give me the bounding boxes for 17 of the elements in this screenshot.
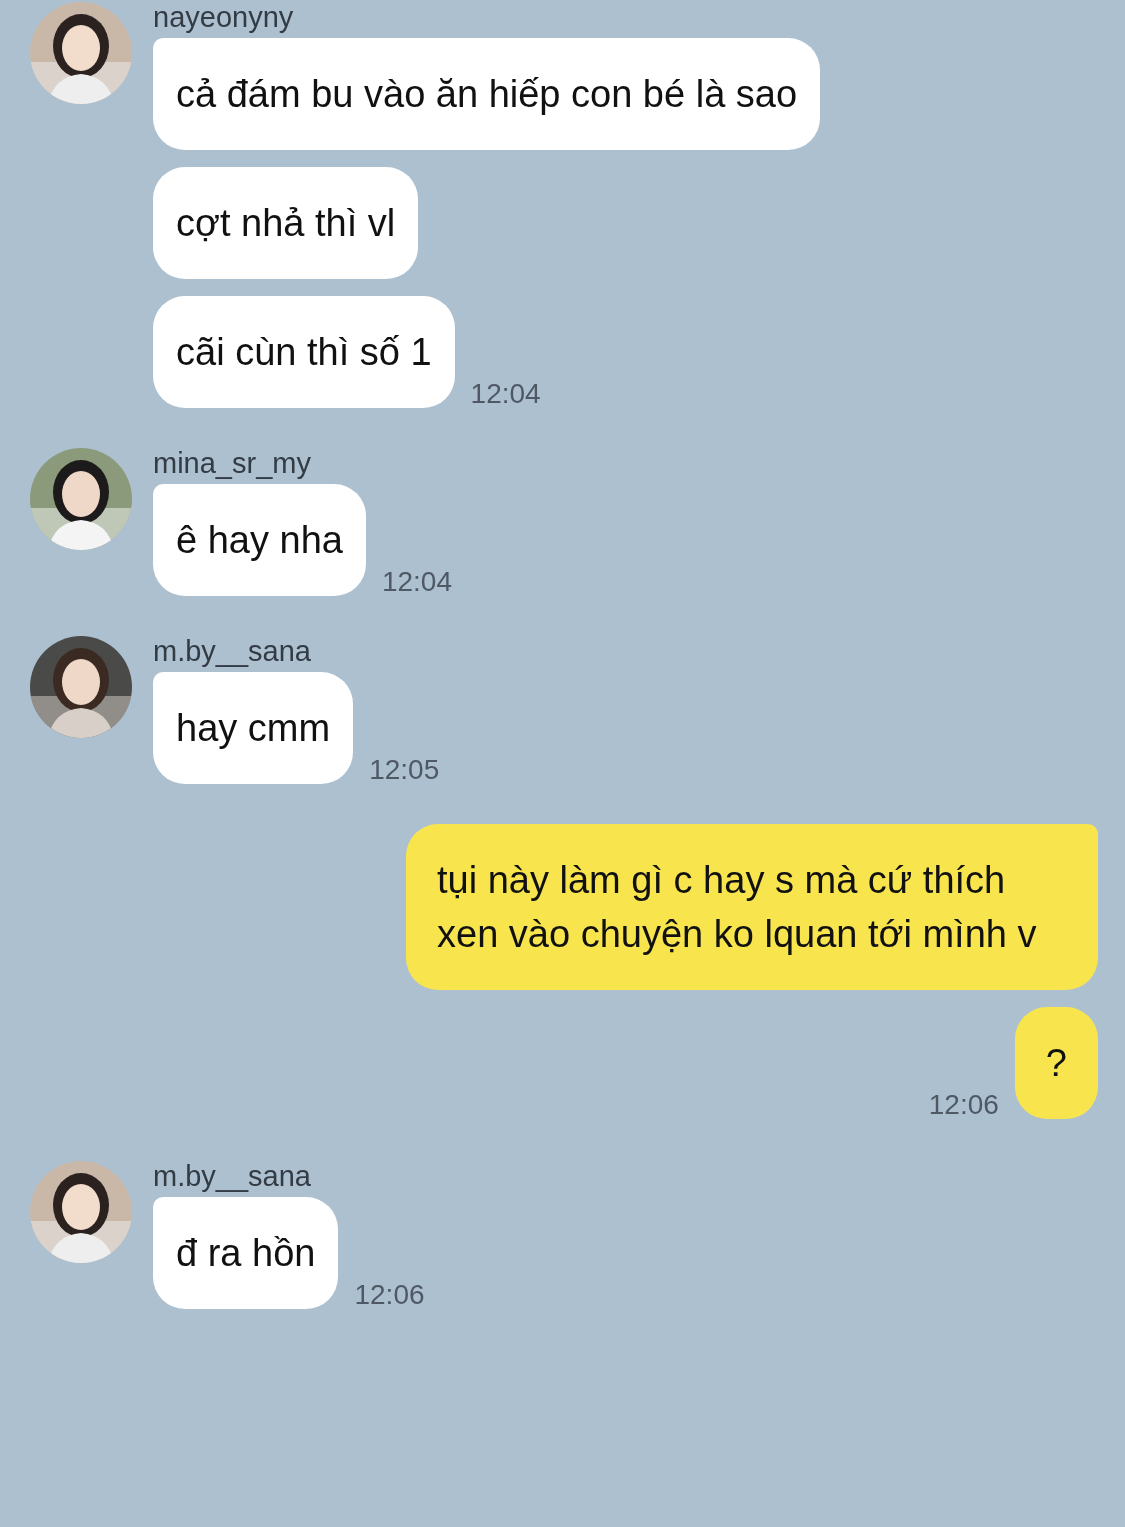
timestamp: 12:05 [369,754,440,786]
message-bubble: cãi cùn thì số 1 [153,296,455,408]
timestamp: 12:04 [381,566,452,598]
sender-name: m.by__sana [153,1159,311,1193]
message-bubble: ? [1014,1007,1098,1119]
message-bubble: tụi này làm gì c hay s mà cứ thích xen vào chuyện ko lquan tới mình v [406,824,1098,990]
sender-name: m.by__sana [153,634,311,668]
timestamp: 12:04 [470,378,541,410]
sender-name: nayeonyny [153,0,294,34]
timestamp: 12:06 [354,1279,425,1311]
message-bubble: cợt nhả thì vl [153,167,419,279]
timestamp: 12:06 [928,1089,999,1121]
message-bubble: hay cmm [153,672,354,784]
sender-name: mina_sr_my [153,446,311,480]
message-bubble: cả đám bu vào ăn hiếp con bé là sao [153,38,821,150]
message-bubble: ê hay nha [153,484,366,596]
message-bubble: đ ra hồn [153,1197,339,1309]
